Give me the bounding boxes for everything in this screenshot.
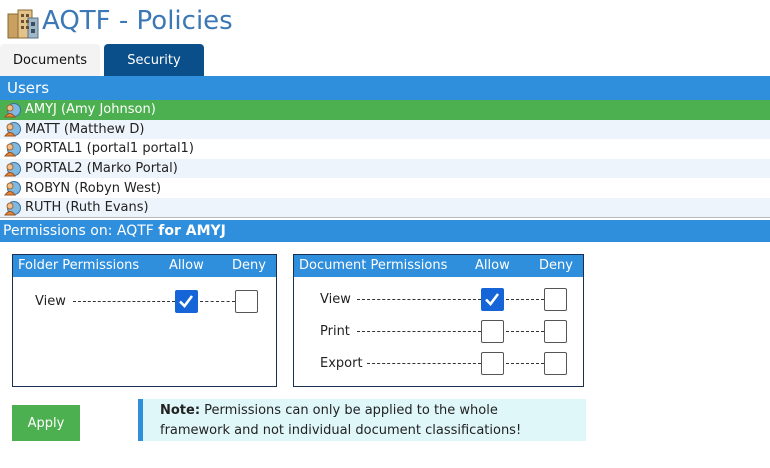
tab-security[interactable]: Security <box>104 44 204 76</box>
page-title: AQTF - Policies <box>42 6 233 36</box>
folder-permissions-title: Folder Permissions <box>18 258 140 273</box>
folder-view-deny-checkbox[interactable] <box>235 290 258 313</box>
building-logo-icon <box>7 9 39 39</box>
user-icon <box>4 181 21 196</box>
user-row-robyn[interactable]: ROBYN (Robyn West) <box>0 178 770 198</box>
permissions-header-prefix: Permissions on: AQTF <box>3 223 154 239</box>
user-label: AMYJ (Amy Johnson) <box>25 102 156 118</box>
dashed-leader <box>506 363 544 364</box>
folder-view-allow-checkbox[interactable] <box>175 290 198 313</box>
folder-deny-header: Deny <box>232 258 266 273</box>
dashed-leader <box>367 363 481 364</box>
user-icon <box>4 141 21 157</box>
dashed-leader <box>357 331 481 332</box>
note-text-2: framework and not individual document cl… <box>160 423 522 438</box>
user-row-matt[interactable]: MATT (Matthew D) <box>0 119 770 140</box>
document-view-label: View <box>320 292 351 307</box>
check-icon <box>179 295 194 308</box>
document-allow-header: Allow <box>475 258 510 273</box>
user-row-amyj[interactable]: AMYJ (Amy Johnson) <box>0 100 770 120</box>
document-export-allow-checkbox[interactable] <box>481 352 504 375</box>
document-print-allow-checkbox[interactable] <box>481 320 504 343</box>
user-icon <box>4 161 21 177</box>
document-export-label: Export <box>320 356 363 371</box>
note-line-1: Note: Permissions can only be applied to… <box>160 401 586 421</box>
note-text-1: Permissions can only be applied to the w… <box>200 403 498 418</box>
document-permissions-head: Document Permissions Allow Deny <box>294 255 583 277</box>
user-row-portal2[interactable]: PORTAL2 (Marko Portal) <box>0 158 770 179</box>
user-row-ruth[interactable]: RUTH (Ruth Evans) <box>0 197 770 218</box>
users-header: Users <box>0 76 770 100</box>
permissions-header-user: for AMYJ <box>158 223 226 239</box>
divider <box>0 217 770 218</box>
user-label: MATT (Matthew D) <box>25 121 145 137</box>
user-label: ROBYN (Robyn West) <box>25 180 162 196</box>
document-permissions-title: Document Permissions <box>299 258 448 273</box>
user-label: RUTH (Ruth Evans) <box>25 200 149 216</box>
dashed-leader <box>73 301 175 302</box>
dashed-leader <box>506 331 544 332</box>
document-view-deny-checkbox[interactable] <box>544 288 567 311</box>
note-box: Note: Permissions can only be applied to… <box>138 399 586 441</box>
folder-permissions-head: Folder Permissions Allow Deny <box>13 255 276 277</box>
tab-documents[interactable]: Documents <box>0 44 100 76</box>
users-list: AMYJ (Amy Johnson) MATT (Matthew D) PORT… <box>0 100 770 218</box>
title-bar: AQTF - Policies <box>0 0 770 44</box>
dashed-leader <box>357 299 481 300</box>
dashed-leader <box>506 299 544 300</box>
user-label: PORTAL2 (Marko Portal) <box>25 161 178 177</box>
user-icon <box>4 102 21 118</box>
document-print-label: Print <box>320 324 350 339</box>
permissions-header: Permissions on: AQTF for AMYJ <box>0 220 770 242</box>
user-label: PORTAL1 (portal1 portal1) <box>25 141 194 157</box>
document-deny-header: Deny <box>539 258 573 273</box>
document-permissions-box: Document Permissions Allow Deny View Pri… <box>293 254 584 387</box>
apply-button[interactable]: Apply <box>12 405 80 441</box>
document-view-allow-checkbox[interactable] <box>481 288 504 311</box>
document-print-deny-checkbox[interactable] <box>544 320 567 343</box>
user-icon <box>4 200 21 216</box>
dashed-leader <box>200 301 235 302</box>
note-bold: Note: <box>160 403 201 418</box>
folder-view-label: View <box>35 294 66 309</box>
document-export-deny-checkbox[interactable] <box>544 352 567 375</box>
folder-permissions-box: Folder Permissions Allow Deny View <box>12 254 277 387</box>
folder-allow-header: Allow <box>169 258 204 273</box>
check-icon <box>485 293 500 306</box>
user-icon <box>4 122 21 137</box>
user-row-portal1[interactable]: PORTAL1 (portal1 portal1) <box>0 139 770 159</box>
